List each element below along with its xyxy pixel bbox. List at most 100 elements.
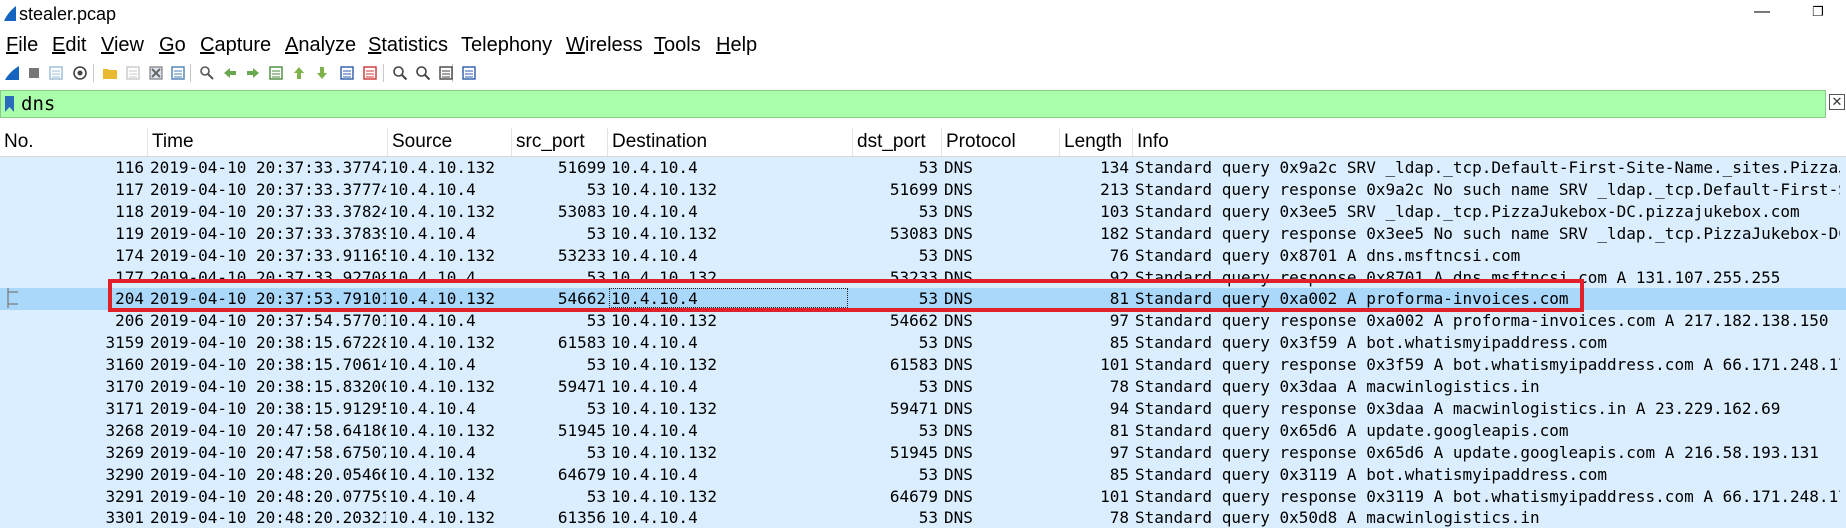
packet-protocol: DNS: [944, 377, 973, 396]
menu-help[interactable]: Help: [716, 30, 757, 60]
packet-protocol: DNS: [944, 179, 973, 199]
packet-info: Standard query 0x8701 A dns.msftncsi.com: [1135, 245, 1521, 265]
table-row[interactable]: 3160 2019-04-10 20:38:15.706148 10.4.10.4 5…: [0, 354, 1846, 377]
table-row[interactable]: 3291 2019-04-10 20:48:20.077594 10.4.10.4 5…: [0, 485, 1846, 508]
open-folder-icon[interactable]: [102, 65, 118, 81]
last-packet-icon[interactable]: [314, 65, 330, 81]
column-header-source[interactable]: Source: [388, 128, 512, 156]
close-file-icon[interactable]: [148, 65, 164, 81]
maximize-button[interactable]: ❐: [1808, 2, 1828, 22]
resize-columns-icon[interactable]: [461, 65, 477, 81]
menu-view[interactable]: View: [101, 30, 144, 60]
column-header-src-port[interactable]: src_port: [512, 128, 608, 156]
table-row[interactable]: 206 2019-04-10 20:37:54.577019 10.4.10.4 53…: [0, 310, 1846, 333]
first-packet-icon[interactable]: [291, 65, 307, 81]
open-recent-icon[interactable]: [125, 65, 141, 81]
table-row[interactable]: 3159 2019-04-10 20:38:15.672284 10.4.10.13…: [0, 332, 1846, 355]
packet-protocol: DNS: [944, 267, 973, 287]
menu-wireless[interactable]: Wireless: [566, 30, 643, 60]
go-back-icon[interactable]: [222, 65, 238, 81]
packet-length: 76: [1109, 245, 1129, 265]
packet-info: Standard query 0x65d6 A update.googleapi…: [1135, 420, 1569, 440]
menu-mnemonic: A: [285, 34, 299, 56]
packet-info: Standard query 0x50d8 A macwinlogistics.…: [1135, 508, 1540, 528]
packet-source: 10.4.10.132: [389, 464, 495, 484]
find-packet-icon[interactable]: [199, 65, 215, 81]
bookmark-icon[interactable]: [4, 95, 15, 113]
packet-source: 10.4.10.4: [389, 179, 476, 199]
display-filter-bar[interactable]: dns: [0, 90, 1826, 118]
packet-time: 2019-04-10 20:48:20.054661: [150, 464, 386, 484]
normal-size-icon[interactable]: [438, 65, 454, 81]
menu-go[interactable]: Go: [159, 30, 186, 60]
minimize-button[interactable]: —: [1752, 2, 1772, 22]
packet-source: 10.4.10.4: [389, 486, 476, 506]
packet-time: 2019-04-10 20:47:58.675070: [150, 442, 386, 462]
column-header-info[interactable]: Info: [1133, 128, 1846, 156]
column-header-dst-port[interactable]: dst_port: [853, 128, 942, 156]
go-to-packet-icon[interactable]: [268, 65, 284, 81]
packet-no: 174: [115, 245, 144, 265]
packet-length: 97: [1109, 311, 1129, 331]
packet-source: 10.4.10.4: [389, 223, 476, 243]
menu-label: o: [174, 34, 186, 56]
capture-options-icon[interactable]: [72, 65, 88, 81]
packet-time: 2019-04-10 20:37:53.791017: [150, 289, 386, 309]
table-row[interactable]: 116 2019-04-10 20:37:33.377476 10.4.10.132…: [0, 157, 1846, 179]
reload-file-icon[interactable]: [170, 65, 186, 81]
table-row[interactable]: 3171 2019-04-10 20:38:15.912953 10.4.10.4 5…: [0, 397, 1846, 420]
menu-mnemonic: T: [654, 34, 664, 56]
packet-length: 101: [1100, 486, 1129, 506]
packet-time: 2019-04-10 20:38:15.912953: [150, 398, 386, 418]
packet-protocol: DNS: [944, 311, 973, 331]
column-header-time[interactable]: Time: [148, 128, 388, 156]
packet-source: 10.4.10.4: [389, 355, 476, 375]
menu-label: elp: [730, 34, 758, 56]
packet-list[interactable]: 116 2019-04-10 20:37:33.377476 10.4.10.132…: [0, 157, 1846, 528]
table-row[interactable]: 118 2019-04-10 20:37:33.378245 10.4.10.132…: [0, 200, 1846, 223]
auto-scroll-icon[interactable]: [339, 65, 355, 81]
column-header-no[interactable]: No.: [0, 128, 148, 156]
packet-src-port: 53: [586, 442, 606, 462]
packet-protocol: DNS: [944, 289, 973, 309]
menu-label: ile: [18, 34, 39, 56]
column-header-protocol[interactable]: Protocol: [942, 128, 1060, 156]
menu-analyze[interactable]: Analyze: [285, 30, 356, 60]
menu-tools[interactable]: Tools: [654, 30, 701, 60]
packet-no: 117: [115, 179, 144, 199]
menu-statistics[interactable]: Statistics: [368, 30, 448, 60]
packet-dst-port: 53: [918, 333, 938, 353]
menu-capture[interactable]: Capture: [200, 30, 271, 60]
packet-source: 10.4.10.132: [389, 158, 495, 177]
go-forward-icon[interactable]: [245, 65, 261, 81]
packet-src-port: 53: [586, 223, 606, 243]
table-row[interactable]: 3290 2019-04-10 20:48:20.054661 10.4.10.13…: [0, 463, 1846, 486]
table-row[interactable]: 3170 2019-04-10 20:38:15.832004 10.4.10.13…: [0, 376, 1846, 398]
table-row[interactable]: 119 2019-04-10 20:37:33.378390 10.4.10.4 53…: [0, 222, 1846, 245]
packet-no: 3268: [105, 420, 144, 440]
table-row-selected[interactable]: 204 2019-04-10 20:37:53.791017 10.4.10.132…: [0, 288, 1846, 311]
packet-destination: 10.4.10.4: [611, 245, 698, 265]
menu-telephony[interactable]: Telephony: [461, 30, 552, 60]
zoom-in-icon[interactable]: [392, 65, 408, 81]
colorize-icon[interactable]: [362, 65, 378, 81]
table-row[interactable]: 174 2019-04-10 20:37:33.911651 10.4.10.132…: [0, 244, 1846, 267]
restart-icon[interactable]: [48, 65, 64, 81]
table-row[interactable]: 117 2019-04-10 20:37:33.377741 10.4.10.4 53…: [0, 178, 1846, 201]
shark-fin-start-icon[interactable]: [4, 65, 20, 81]
clear-filter-icon[interactable]: ✕: [1829, 94, 1845, 110]
menu-file[interactable]: File: [6, 30, 38, 60]
table-row[interactable]: 177 2019-04-10 20:37:33.927085 10.4.10.4 53…: [0, 266, 1846, 289]
packet-time: 2019-04-10 20:37:33.927085: [150, 267, 386, 287]
column-header-destination[interactable]: Destination: [608, 128, 853, 156]
table-row[interactable]: 3269 2019-04-10 20:47:58.675070 10.4.10.4 5…: [0, 441, 1846, 464]
table-row[interactable]: 3301 2019-04-10 20:48:20.203215 10.4.10.13…: [0, 507, 1846, 528]
stop-icon[interactable]: [26, 65, 42, 81]
zoom-out-icon[interactable]: [415, 65, 431, 81]
column-header-length[interactable]: Length: [1060, 128, 1133, 156]
packet-protocol: DNS: [944, 464, 973, 484]
menu-edit[interactable]: Edit: [52, 30, 86, 60]
table-row[interactable]: 3268 2019-04-10 20:47:58.641867 10.4.10.13…: [0, 419, 1846, 442]
packet-destination: 10.4.10.4: [611, 420, 698, 440]
display-filter-input[interactable]: dns: [21, 91, 55, 117]
